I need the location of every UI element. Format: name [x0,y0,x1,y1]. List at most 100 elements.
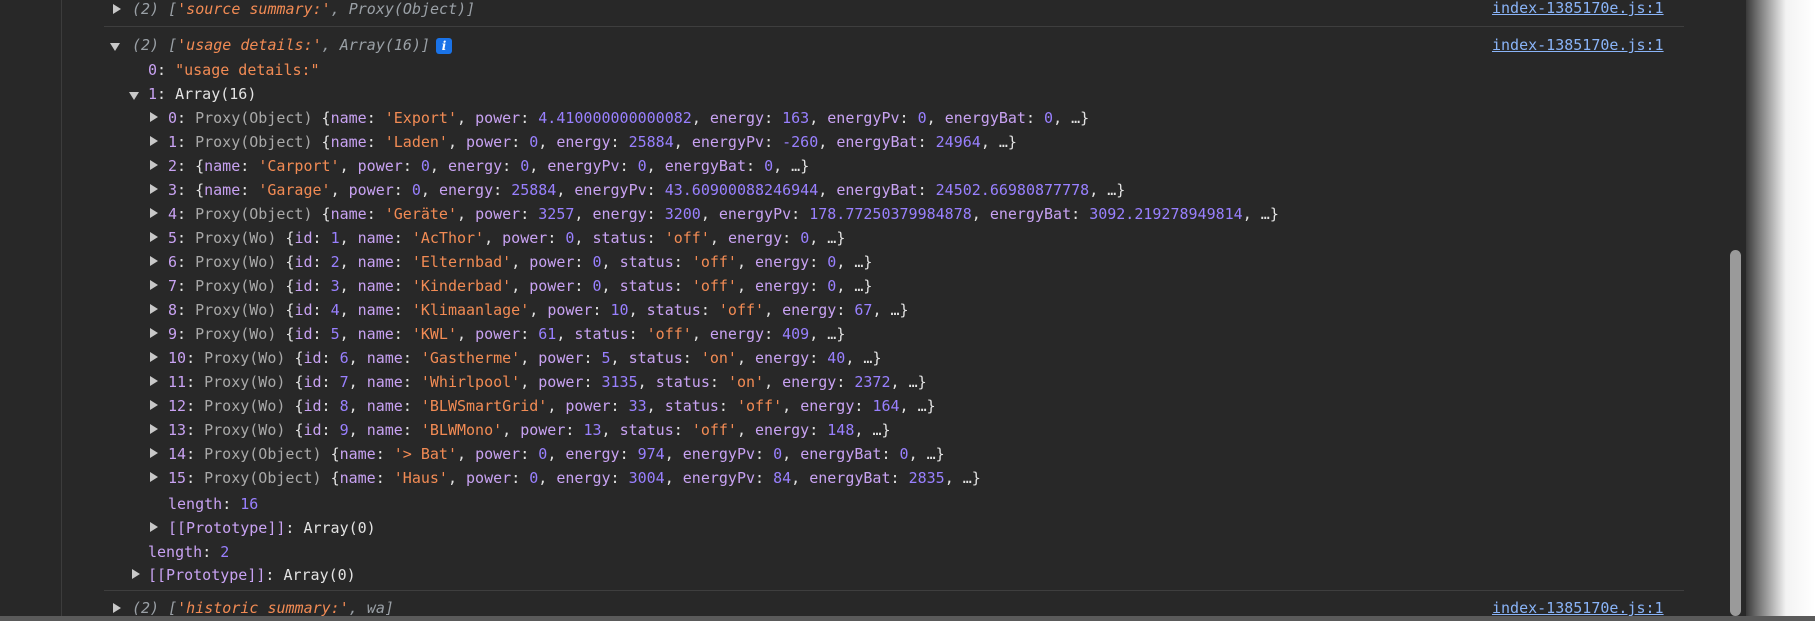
expand-triangle-icon[interactable] [113,4,121,14]
array-prototype[interactable]: [[Prototype]]: Array(0) [168,516,376,540]
prop-key: name [339,445,376,463]
separator: , [321,36,340,54]
brace-open: { [321,109,331,127]
usage-entry[interactable]: 13: Proxy(Wo) {id: 9, name: 'BLWMono', p… [168,418,891,442]
log-summary[interactable]: (2) ['historic summary:', wa] [132,596,394,620]
entry-type: Proxy(Object) [195,205,313,223]
colon: : [899,109,918,127]
usage-entry[interactable]: 9: Proxy(Wo) {id: 5, name: 'KWL', power:… [168,322,845,346]
brace-close: } [1080,109,1090,127]
usage-entry[interactable]: 8: Proxy(Wo) {id: 4, name: 'Klimaanlage'… [168,298,909,322]
expand-triangle-icon[interactable] [150,184,158,194]
collapse-triangle-icon[interactable] [129,92,139,100]
usage-entry[interactable]: 6: Proxy(Wo) {id: 2, name: 'Elternbad', … [168,250,872,274]
prop-key: status [646,301,701,319]
expand-triangle-icon[interactable] [150,304,158,314]
prop-key: name [330,109,367,127]
usage-entry[interactable]: 14: Proxy(Object) {name: '> Bat', power:… [168,442,945,466]
entry-type: Proxy(Wo) [195,277,277,295]
usage-entry[interactable]: 12: Proxy(Wo) {id: 8, name: 'BLWSmartGri… [168,394,936,418]
prop-key: id [303,421,322,439]
expand-triangle-icon[interactable] [150,448,158,458]
usage-entry[interactable]: 11: Proxy(Wo) {id: 7, name: 'Whirlpool',… [168,370,927,394]
usage-entry[interactable]: 3: {name: 'Garage', power: 0, energy: 25… [168,178,1125,202]
prop-value: 'Haus' [393,469,448,487]
colon: : [312,277,331,295]
expand-triangle-icon[interactable] [150,232,158,242]
outer-array-prototype[interactable]: [[Prototype]]: Array(0) [148,563,356,587]
expand-triangle-icon[interactable] [150,328,158,338]
colon: : [511,469,530,487]
entry-index: 15 [168,469,187,487]
expand-triangle-icon[interactable] [150,376,158,386]
prop-key: name [339,469,376,487]
prop-value: 3257 [538,205,575,223]
info-icon[interactable]: i [436,37,453,54]
usage-entry[interactable]: 2: {name: 'Carport', power: 0, energy: 0… [168,154,809,178]
comma: , [736,421,756,439]
usage-entry[interactable]: 7: Proxy(Wo) {id: 3, name: 'Kinderbad', … [168,274,872,298]
prop-value: 'off' [691,421,737,439]
expand-triangle-icon[interactable] [150,352,158,362]
expand-triangle-icon[interactable] [150,208,158,218]
usage-entry[interactable]: 5: Proxy(Wo) {id: 1, name: 'AcThor', pow… [168,226,845,250]
prop-value: 1 [330,229,340,247]
expand-triangle-icon[interactable] [132,569,140,579]
prop-key: name [366,349,403,367]
usage-entry[interactable]: 1: Proxy(Object) {name: 'Laden', power: … [168,130,1017,154]
prop-key: name [330,205,367,223]
prop-key: energyPv [691,133,765,151]
comma: , [764,301,783,319]
colon: : [610,133,629,151]
expand-triangle-icon[interactable] [150,400,158,410]
array-item-1[interactable]: 1: Array(16) [148,82,256,106]
prop-key: status [664,397,719,415]
colon: : [764,325,783,343]
usage-entry[interactable]: 10: Proxy(Wo) {id: 6, name: 'Gastherme',… [168,346,881,370]
expand-triangle-icon[interactable] [150,424,158,434]
prop-value: 24964 [935,133,981,151]
comma: , [484,229,503,247]
expand-triangle-icon[interactable] [150,280,158,290]
prop-key: energyBat [944,109,1026,127]
comma: , [908,445,927,463]
prop-key: energyBat [989,205,1072,223]
expand-triangle-icon[interactable] [150,472,158,482]
log-summary[interactable]: (2) ['source summary:', Proxy(Object)] [132,0,475,21]
scrollbar-thumb[interactable] [1730,250,1741,616]
log-count: (2) [132,0,160,18]
expand-triangle-icon[interactable] [150,136,158,146]
expand-triangle-icon[interactable] [150,256,158,266]
prop-value: 0 [520,157,530,175]
comma: , [457,445,476,463]
usage-entry[interactable]: 15: Proxy(Object) {name: 'Haus', power: … [168,466,981,490]
prop-key: energyPv [574,181,647,199]
expand-triangle-icon[interactable] [150,522,158,532]
prop-value: 148 [827,421,855,439]
ellipsis: … [890,301,900,319]
usage-entry[interactable]: 4: Proxy(Object) {name: 'Geräte', power:… [168,202,1279,226]
usage-entry[interactable]: 0: Proxy(Object) {name: 'Export', power:… [168,106,1089,130]
brace-close: } [863,253,873,271]
prop-key: name [366,421,403,439]
comma: , [691,109,710,127]
prop-value: 0 [917,109,927,127]
source-file-link[interactable]: index-1385170e.js:1 [1492,34,1664,58]
prop-value: 43.60900088246944 [664,181,819,199]
prop-key: energyPv [827,109,900,127]
expand-triangle-icon[interactable] [150,112,158,122]
comma: , [339,301,358,319]
comma: , [520,349,539,367]
comma: , [818,181,837,199]
collapse-triangle-icon[interactable] [110,43,120,51]
log-summary[interactable]: (2) ['usage details:', Array(16)] i [132,33,453,57]
prop-key: energy [592,205,647,223]
expand-triangle-icon[interactable] [113,603,121,613]
source-file-link[interactable]: index-1385170e.js:1 [1492,0,1664,21]
expand-triangle-icon[interactable] [150,160,158,170]
source-file-link[interactable]: index-1385170e.js:1 [1492,597,1664,621]
entry-index: 6 [168,253,178,271]
comma: , [736,253,756,271]
comma: , [511,277,530,295]
